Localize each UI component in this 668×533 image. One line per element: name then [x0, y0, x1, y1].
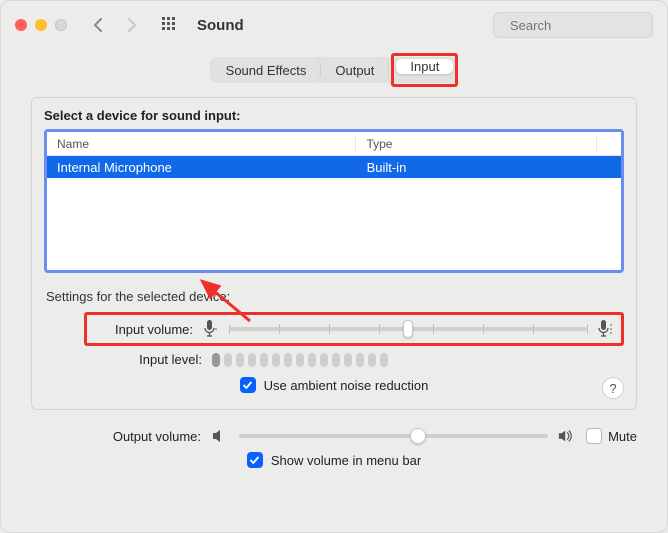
table-row[interactable]: Internal Microphone Built-in: [47, 156, 621, 178]
checkmark-icon: [242, 380, 253, 391]
grid-icon: [162, 17, 178, 33]
speaker-high-icon: [558, 429, 576, 443]
noise-reduction-checkbox[interactable]: [240, 377, 256, 393]
tab-output[interactable]: Output: [321, 59, 389, 81]
help-icon: ?: [609, 381, 616, 396]
minimize-window-button[interactable]: [35, 19, 47, 31]
input-volume-thumb[interactable]: [403, 320, 413, 338]
microphone-high-icon: [597, 319, 615, 339]
tab-sound-effects[interactable]: Sound Effects: [212, 59, 322, 81]
device-type-cell: Built-in: [357, 160, 597, 175]
tabs-segmented-control: Sound Effects Output Input: [210, 57, 459, 83]
table-header: Name Type: [47, 132, 621, 156]
window-title: Sound: [197, 17, 244, 34]
chevron-left-icon: [93, 18, 103, 32]
microphone-low-icon: [203, 319, 219, 339]
show-all-button[interactable]: [157, 13, 183, 37]
column-header-name[interactable]: Name: [47, 137, 356, 151]
mute-checkbox[interactable]: [586, 428, 602, 444]
search-field[interactable]: [493, 12, 653, 38]
select-device-prompt: Select a device for sound input:: [44, 108, 624, 123]
mute-label: Mute: [608, 429, 637, 444]
tabs-container: Sound Effects Output Input: [1, 57, 667, 83]
output-volume-label: Output volume:: [31, 429, 211, 444]
input-volume-slider[interactable]: [203, 319, 615, 339]
titlebar: Sound: [1, 1, 667, 49]
traffic-lights: [15, 19, 67, 31]
output-volume-thumb[interactable]: [410, 428, 426, 444]
noise-reduction-label: Use ambient noise reduction: [264, 378, 429, 393]
output-volume-section: Output volume: Mute Show volume in menu …: [31, 428, 637, 468]
forward-button[interactable]: [119, 13, 145, 37]
device-name-cell: Internal Microphone: [47, 160, 357, 175]
input-level-label: Input level:: [84, 352, 212, 367]
menu-bar-volume-checkbox[interactable]: [247, 452, 263, 468]
zoom-window-button[interactable]: [55, 19, 67, 31]
input-panel: Select a device for sound input: Name Ty…: [31, 97, 637, 410]
menu-bar-volume-label: Show volume in menu bar: [271, 453, 421, 468]
back-button[interactable]: [85, 13, 111, 37]
output-volume-slider[interactable]: [239, 434, 548, 438]
close-window-button[interactable]: [15, 19, 27, 31]
tab-input[interactable]: Input: [396, 59, 453, 74]
checkmark-icon: [249, 455, 260, 466]
noise-reduction-row: Use ambient noise reduction: [44, 377, 624, 393]
input-volume-label: Input volume:: [93, 322, 203, 337]
input-device-table: Name Type Internal Microphone Built-in: [44, 129, 624, 273]
column-header-type[interactable]: Type: [356, 137, 597, 151]
search-input[interactable]: [508, 17, 668, 34]
chevron-right-icon: [127, 18, 137, 32]
input-level-meter: [212, 353, 624, 367]
settings-for-device-label: Settings for the selected device:: [46, 289, 624, 304]
help-button[interactable]: ?: [602, 377, 624, 399]
speaker-low-icon: [211, 429, 229, 443]
